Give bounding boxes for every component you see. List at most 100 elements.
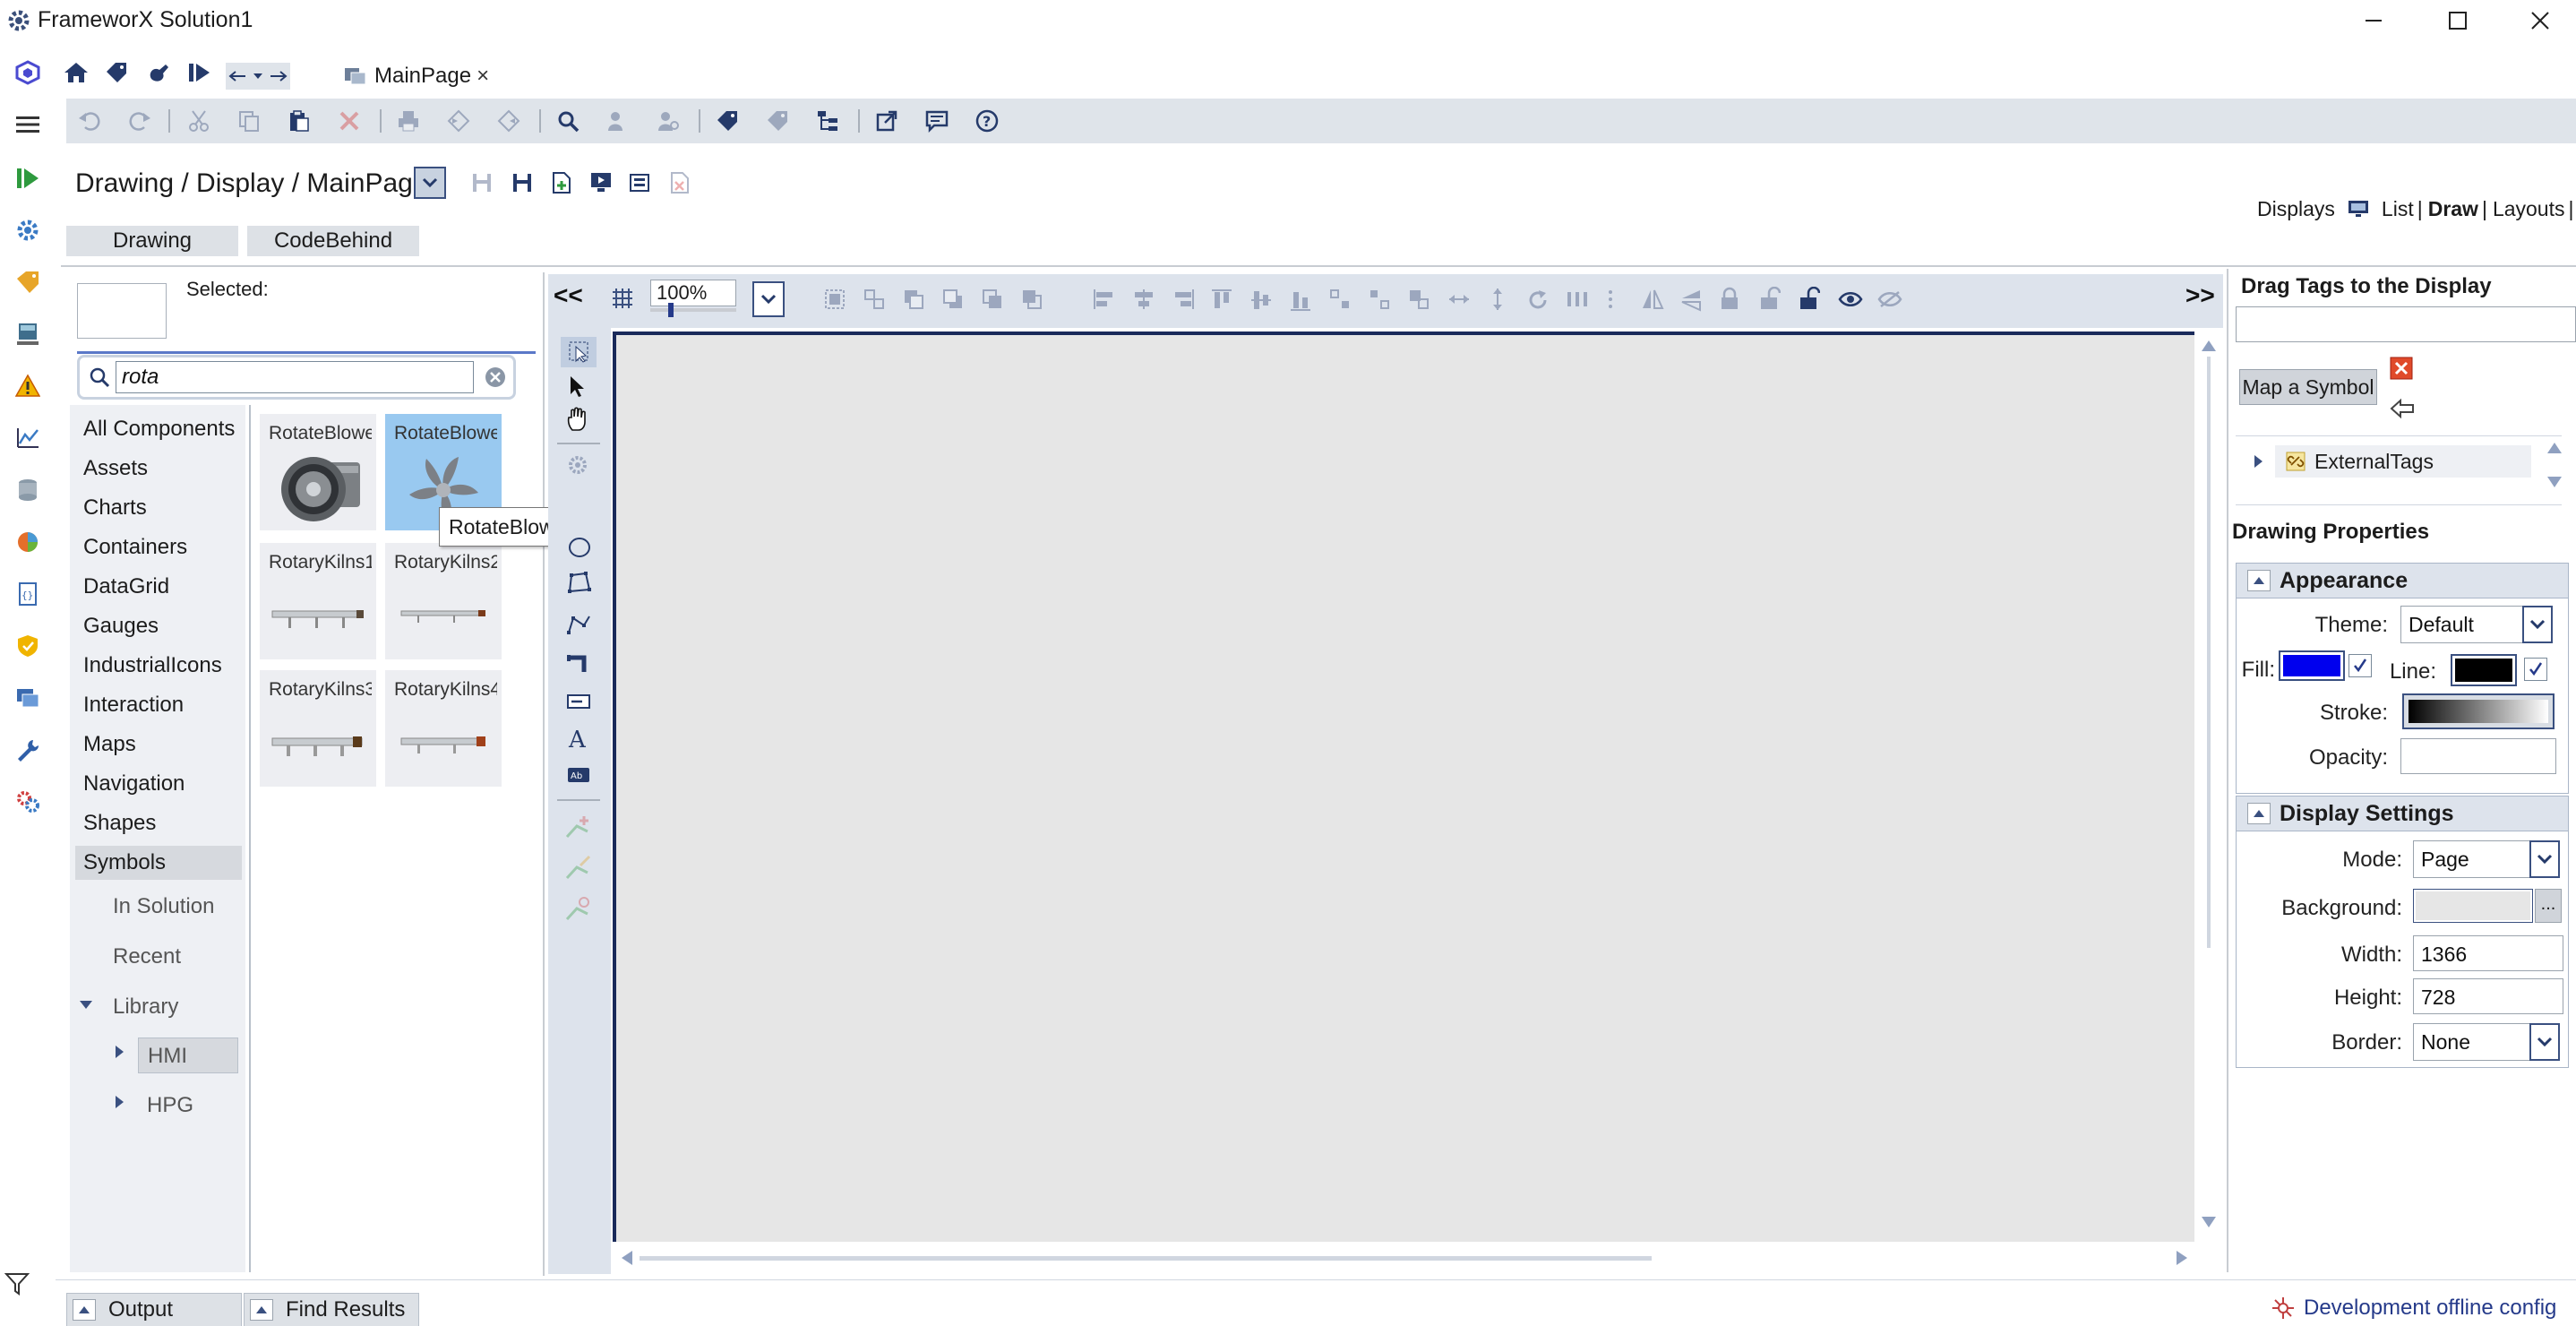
background-more-button[interactable]: ... [2535,889,2562,923]
bring-front-icon[interactable] [903,288,924,310]
component-rotarykilns4[interactable]: RotaryKilns4 [385,670,502,787]
text-tool-icon[interactable]: A [566,726,591,751]
security-shield-icon[interactable] [14,633,41,659]
canvas-horizontal-scrollbar[interactable] [613,1247,2194,1269]
config-gear-icon[interactable] [566,453,589,477]
stretch-vertical-icon[interactable] [1487,287,1508,312]
tools-wrench-icon[interactable] [14,736,41,763]
category-all-components[interactable]: All Components [75,412,242,446]
datasets-database-icon[interactable] [14,477,41,504]
zoom-slider-thumb[interactable] [668,303,674,317]
tag-tree-scroll-down[interactable] [2546,474,2563,490]
height-input[interactable]: 728 [2413,978,2563,1014]
paste-icon[interactable] [283,105,315,137]
display-properties-icon[interactable] [624,167,657,199]
open-external-icon[interactable] [871,105,903,137]
tree-view-icon[interactable] [811,105,844,137]
line-color-button[interactable] [2451,654,2517,686]
select-tool-icon[interactable] [561,337,597,367]
comment-icon[interactable] [921,105,953,137]
historian-chart-icon[interactable] [14,425,41,452]
tag-remove-icon[interactable] [761,105,794,137]
unlock-icon[interactable] [1759,287,1781,310]
pipe-tool-icon[interactable] [566,652,591,676]
polyline-tool-icon[interactable] [566,613,591,636]
stretch-horizontal-icon[interactable] [1447,288,1471,310]
clear-search-icon[interactable] [485,366,506,388]
visibility-eye-icon[interactable] [1838,290,1863,308]
mode-select[interactable]: Page [2413,840,2538,878]
devices-icon[interactable] [14,321,41,348]
back-forward-nav[interactable] [226,63,290,90]
more-icon[interactable] [1607,288,1614,310]
library-expand-icon[interactable] [79,1000,93,1011]
symbols-in-solution[interactable]: In Solution [104,889,236,925]
distribute-v-icon[interactable] [1369,288,1390,310]
category-containers[interactable]: Containers [75,530,242,564]
theme-select[interactable]: Default [2400,606,2540,643]
hamburger-menu-icon[interactable] [14,111,41,138]
output-tab[interactable]: Output [66,1293,242,1326]
flip-vertical-icon[interactable] [1680,288,1702,312]
lock-icon[interactable] [1720,287,1739,310]
symbols-recent[interactable]: Recent [104,939,236,975]
category-symbols[interactable]: Symbols [75,846,242,880]
tag-tree-scroll-up[interactable] [2546,440,2563,456]
align-middle-icon[interactable] [1250,288,1272,312]
import-icon[interactable] [442,105,475,137]
label-tool-icon[interactable]: Ab [566,765,591,785]
expand-right-button[interactable]: >> [2185,281,2215,310]
component-rotateblower1[interactable]: RotateBlower1 [260,414,376,530]
status-area[interactable]: Development offline config [2270,1293,2556,1323]
external-tags-expand-icon[interactable] [2254,454,2264,469]
border-select[interactable]: None [2413,1023,2538,1061]
symbols-library[interactable]: Library [104,989,236,1025]
hmi-expand-icon[interactable] [115,1045,125,1059]
layouts-link[interactable]: Layouts [2493,197,2565,221]
border-dropdown-button[interactable] [2529,1023,2560,1061]
ellipse-tool-icon[interactable] [568,536,591,559]
remove-point-icon[interactable] [564,896,591,923]
close-window-button[interactable] [2522,4,2558,38]
map-symbol-button[interactable]: Map a Symbol [2239,369,2377,405]
maximize-button[interactable] [2440,4,2476,38]
hpg-expand-icon[interactable] [115,1095,125,1109]
send-back-icon[interactable] [942,288,964,310]
line-enabled-checkbox[interactable] [2524,658,2547,681]
category-maps[interactable]: Maps [75,728,242,762]
flip-horizontal-icon[interactable] [1641,288,1664,310]
send-backward-icon[interactable] [1021,288,1043,310]
tab-close-icon[interactable]: × [477,64,489,89]
textbox-tool-icon[interactable] [566,692,591,711]
zoom-input[interactable]: 100% [650,280,736,306]
category-interaction[interactable]: Interaction [75,688,242,722]
category-navigation[interactable]: Navigation [75,767,242,801]
run-display-icon[interactable] [585,167,617,199]
pan-hand-icon[interactable] [566,407,589,432]
export-icon[interactable] [493,105,525,137]
delete-display-icon[interactable] [664,167,696,199]
breadcrumb-dropdown-button[interactable] [414,167,446,199]
category-industrialicons[interactable]: IndustrialIcons [75,649,242,683]
delete-icon[interactable] [333,105,365,137]
add-point-icon[interactable] [564,814,591,840]
ungroup-icon[interactable] [863,288,885,310]
unlock-all-icon[interactable] [1799,287,1820,310]
align-center-icon[interactable] [1132,288,1155,310]
align-left-icon[interactable] [1093,288,1116,310]
undo-icon[interactable] [73,105,106,137]
back-arrow-icon[interactable] [2390,398,2415,419]
print-icon[interactable] [392,105,425,137]
category-charts[interactable]: Charts [75,491,242,525]
canvas-vertical-scrollbar[interactable] [2198,332,2220,1242]
appearance-header[interactable]: Appearance [2236,563,2569,598]
run-icon[interactable] [14,165,41,192]
component-rotarykilns1[interactable]: RotaryKilns1 [260,543,376,659]
width-input[interactable]: 1366 [2413,935,2563,971]
fill-color-button[interactable] [2279,650,2345,681]
mode-dropdown-button[interactable] [2529,840,2560,878]
space-evenly-icon[interactable] [1566,288,1589,310]
bring-forward-icon[interactable] [982,288,1003,310]
filter-icon[interactable] [4,1270,30,1297]
category-datagrid[interactable]: DataGrid [75,570,242,604]
